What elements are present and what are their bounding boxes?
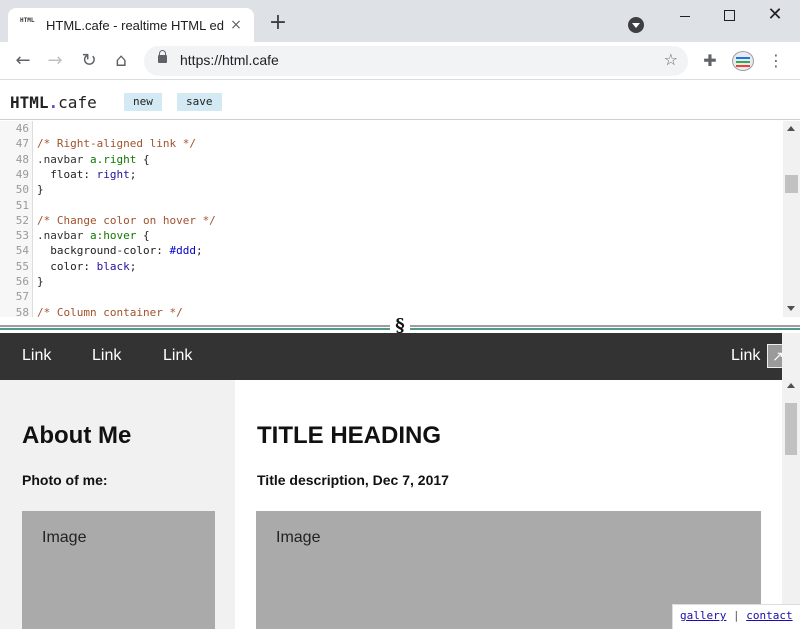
nav-link-2[interactable]: Link [92, 347, 121, 365]
preview-scroll-up-icon[interactable] [787, 383, 795, 388]
code-editor[interactable]: 46 47 /* Right-aligned link */ 48 .navbar a.… [0, 121, 800, 317]
forward-arrow-icon[interactable]: → [42, 48, 68, 74]
logo-main: HTML [10, 93, 49, 112]
home-icon[interactable]: ⌂ [108, 48, 134, 74]
nav-link-1[interactable]: Link [22, 347, 51, 365]
tab-close-icon[interactable]: × [228, 17, 244, 33]
window-minimize-button[interactable] [662, 4, 708, 26]
code-line[interactable]: 50} [0, 182, 780, 197]
line-number: 57 [15, 290, 29, 304]
code-line[interactable]: 46 [0, 121, 780, 136]
contact-link[interactable]: contact [746, 609, 792, 622]
line-code[interactable]: float: right; [37, 167, 136, 182]
code-line[interactable]: 58 /* Column container */ [0, 305, 780, 317]
line-code[interactable]: } [37, 182, 44, 197]
code-line[interactable]: 55 color: black; [0, 259, 780, 274]
main-description: Title description, Dec 7, 2017 [257, 472, 449, 488]
preview-pane: Link Link Link Link ↗ About Me Photo of … [0, 333, 800, 629]
line-number: 53 [15, 229, 29, 243]
main-heading: TITLE HEADING [257, 422, 441, 449]
line-code[interactable]: color: black; [37, 259, 136, 274]
lock-icon[interactable] [158, 50, 167, 63]
editor-scrollbar[interactable] [783, 121, 800, 317]
side-heading: About Me [22, 422, 132, 449]
code-line[interactable]: 47 /* Right-aligned link */ [0, 136, 780, 151]
preview-scroll-thumb[interactable] [785, 403, 797, 455]
line-code[interactable]: /* Right-aligned link */ [37, 136, 196, 151]
tab-search-icon[interactable] [628, 17, 644, 33]
star-icon[interactable]: ☆ [664, 50, 678, 69]
gallery-link[interactable]: gallery [680, 609, 726, 622]
side-column: About Me Photo of me: Image [0, 380, 235, 629]
tab-title: HTML.cafe - realtime HTML editor [46, 17, 224, 33]
new-button[interactable]: new [124, 93, 162, 111]
photo-label: Photo of me: [22, 472, 108, 488]
line-number: 58 [15, 305, 29, 317]
browser-tab-strip: HTML HTML.cafe - realtime HTML editor × … [0, 0, 800, 42]
footer-links: gallery | contact [672, 604, 800, 629]
save-button[interactable]: save [177, 93, 222, 111]
browser-toolbar: ← → ↻ ⌂ https://html.cafe ☆ [0, 42, 800, 80]
line-number: 55 [15, 259, 29, 273]
footer-separator: | [732, 609, 740, 622]
extension-icon[interactable] [732, 51, 754, 71]
nav-link-3[interactable]: Link [163, 347, 192, 365]
code-line[interactable]: 56} [0, 274, 780, 289]
code-line[interactable]: 48 .navbar a.right { [0, 152, 780, 167]
back-arrow-icon[interactable]: ← [10, 48, 36, 74]
new-tab-button[interactable]: + [266, 12, 290, 36]
code-line[interactable]: 53 .navbar a:hover { [0, 228, 780, 243]
editor-scroll-thumb[interactable] [785, 175, 798, 193]
preview-navbar: Link Link Link Link [0, 333, 782, 380]
app-header: HTML.cafe new save [0, 81, 800, 120]
side-image-label: Image [42, 529, 87, 546]
pane-splitter[interactable]: § [0, 317, 800, 335]
window-maximize-button[interactable] [706, 4, 752, 26]
code-line[interactable]: 57 [0, 289, 780, 304]
main-column: TITLE HEADING Title description, Dec 7, … [235, 380, 782, 629]
code-line[interactable]: 51 [0, 198, 780, 213]
side-image-placeholder: Image [22, 511, 215, 629]
scroll-up-icon[interactable] [787, 126, 795, 131]
app-logo[interactable]: HTML.cafe [10, 93, 97, 112]
line-number: 51 [15, 198, 29, 212]
html-cafe-favicon-icon: HTML [20, 17, 35, 24]
scroll-down-icon[interactable] [787, 306, 795, 311]
puzzle-icon[interactable]: ✚ [700, 51, 720, 71]
line-number: 46 [15, 122, 29, 135]
line-code[interactable]: /* Change color on hover */ [37, 213, 216, 228]
address-bar[interactable]: https://html.cafe ☆ [144, 46, 688, 76]
line-code[interactable]: .navbar a.right { [37, 152, 150, 167]
line-number: 47 [15, 137, 29, 151]
logo-dot: . [48, 93, 59, 112]
logo-suffix: cafe [58, 93, 97, 112]
kebab-menu-icon[interactable]: ⋮ [768, 50, 784, 72]
line-code[interactable]: .navbar a:hover { [37, 228, 150, 243]
reload-icon[interactable]: ↻ [76, 48, 102, 74]
url-text[interactable]: https://html.cafe [180, 52, 279, 68]
code-line[interactable]: 54 background-color: #ddd; [0, 243, 780, 258]
nav-link-right[interactable]: Link [731, 347, 760, 365]
line-number: 56 [15, 275, 29, 288]
line-number: 48 [15, 152, 29, 166]
browser-tab[interactable]: HTML HTML.cafe - realtime HTML editor × [8, 8, 254, 42]
code-line[interactable]: 49 float: right; [0, 167, 780, 182]
line-number: 50 [15, 183, 29, 197]
preview-scrollbar[interactable] [782, 333, 800, 629]
line-number: 49 [15, 167, 29, 181]
code-line[interactable]: 52 /* Change color on hover */ [0, 213, 780, 228]
window-close-button[interactable]: ✕ [752, 4, 798, 26]
line-number: 54 [15, 244, 29, 258]
line-code[interactable]: } [37, 274, 44, 289]
line-code[interactable]: /* Column container */ [37, 305, 183, 317]
line-number: 52 [15, 213, 29, 227]
line-code[interactable]: background-color: #ddd; [37, 243, 202, 258]
main-image-label: Image [276, 529, 321, 546]
